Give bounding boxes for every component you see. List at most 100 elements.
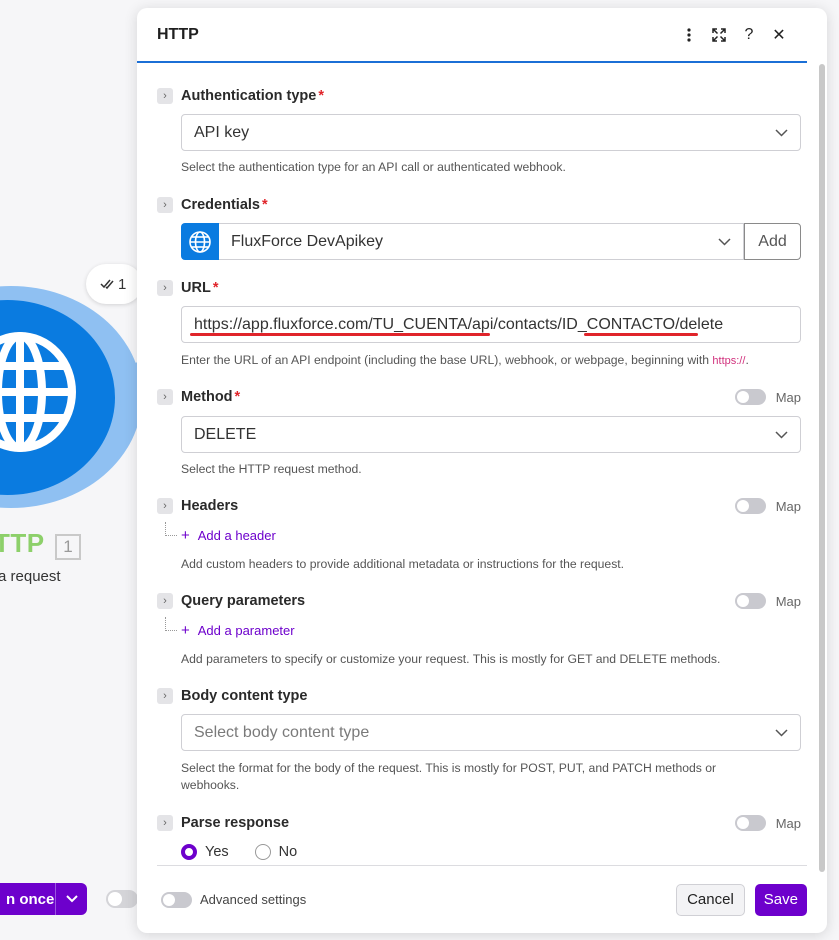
method-help: Select the HTTP request method. [181, 462, 362, 476]
add-credential-button[interactable]: Add [744, 223, 801, 260]
add-parameter-label: Add a parameter [197, 623, 295, 638]
add-header-button[interactable]: + Add a header [181, 527, 276, 544]
method-map-toggle[interactable]: Map [734, 389, 801, 405]
body-type-help: Select the format for the body of the re… [181, 761, 717, 792]
globe-icon [181, 223, 219, 260]
map-label: Map [775, 593, 801, 609]
credentials-label: Credentials [181, 197, 260, 213]
parse-response-label: Parse response [181, 815, 290, 831]
required-mark: * [318, 88, 324, 104]
globe-icon [0, 332, 76, 452]
advanced-settings-toggle[interactable]: Advanced settings [161, 891, 676, 908]
field-query-params: › Query parameters Map [157, 591, 801, 611]
parse-map-toggle[interactable]: Map [734, 815, 801, 831]
run-once-dropdown[interactable] [55, 883, 87, 915]
chevron-right-icon[interactable]: › [157, 88, 173, 104]
required-mark: * [212, 280, 219, 296]
tree-connector [165, 617, 177, 631]
chevron-right-icon[interactable]: › [157, 389, 173, 405]
url-help-suffix: . [745, 353, 749, 367]
query-params-label: Query parameters [181, 593, 306, 609]
more-vertical-icon[interactable] [681, 26, 697, 44]
method-value: DELETE [194, 425, 257, 443]
chevron-right-icon[interactable]: › [157, 498, 173, 514]
map-toggle[interactable] [734, 815, 766, 831]
map-toggle[interactable] [734, 389, 766, 405]
method-select[interactable]: DELETE [181, 416, 801, 453]
credentials-select[interactable]: FluxForce DevApikey [219, 223, 744, 260]
radio-selected[interactable] [181, 844, 197, 860]
radio-unselected[interactable] [254, 844, 271, 860]
add-parameter-button[interactable]: + Add a parameter [181, 622, 295, 639]
url-help-link: https:// [712, 355, 746, 367]
url-help-text: Enter the URL of an API endpoint (includ… [181, 353, 713, 367]
map-toggle[interactable] [734, 593, 766, 609]
scheduling-toggle[interactable] [106, 890, 138, 908]
query-map-toggle[interactable]: Map [734, 593, 801, 609]
module-subtitle: a request [0, 568, 61, 585]
parse-no-label: No [278, 844, 298, 860]
chevron-down-icon [65, 895, 78, 903]
auth-type-value: API key [194, 123, 250, 141]
module-number: 1 [55, 534, 81, 560]
cancel-button[interactable]: Cancel [676, 883, 745, 916]
plus-icon: + [181, 527, 190, 544]
plus-icon: + [181, 622, 190, 639]
annotation-underline [190, 333, 490, 336]
check-double-icon [100, 279, 114, 290]
panel-title: HTTP [157, 25, 199, 43]
field-credentials: › Credentials * [157, 195, 801, 215]
auth-type-help: Select the authentication type for an AP… [181, 160, 566, 174]
field-auth-type: › Authentication type * [157, 86, 801, 106]
url-help: Enter the URL of an API endpoint (includ… [181, 352, 801, 370]
chevron-down-icon [717, 237, 731, 246]
chevron-right-icon[interactable]: › [157, 688, 173, 704]
chevron-right-icon[interactable]: › [157, 815, 173, 831]
parse-response-radios: Yes No [181, 844, 297, 860]
module-title: TTP [0, 528, 45, 558]
chevron-down-icon [774, 728, 788, 737]
help-icon[interactable]: ? [741, 26, 757, 44]
credentials-row: FluxForce DevApikey Add [181, 223, 801, 260]
map-label: Map [775, 498, 801, 514]
save-button[interactable]: Save [754, 883, 807, 916]
headers-label: Headers [181, 498, 239, 514]
parse-yes-radio[interactable]: Yes [181, 844, 229, 860]
chevron-right-icon[interactable]: › [157, 197, 173, 213]
required-mark: * [234, 389, 241, 405]
url-part-account: https://app.fluxforce.com/TU_CUENTA [194, 315, 468, 333]
headers-help: Add custom headers to provide additional… [181, 557, 625, 571]
add-header-label: Add a header [197, 528, 276, 543]
annotation-underline [584, 333, 698, 336]
url-part-contact-id: ID_CONTACTO [561, 315, 676, 333]
expand-icon[interactable] [711, 26, 727, 44]
method-label: Method [181, 389, 233, 405]
body-type-label: Body content type [181, 688, 308, 704]
advanced-settings-label: Advanced settings [200, 892, 307, 907]
parse-no-radio[interactable]: No [254, 844, 298, 860]
headers-map-toggle[interactable]: Map [734, 498, 801, 514]
advanced-toggle[interactable] [161, 891, 192, 908]
run-once-button[interactable]: n once [0, 883, 87, 915]
panel-body: › Authentication type * API key Select th… [137, 66, 827, 865]
field-method: › Method * Map [157, 387, 801, 407]
parse-yes-label: Yes [205, 844, 229, 860]
body-type-select[interactable]: Select body content type [181, 714, 801, 751]
auth-type-select[interactable]: API key [181, 114, 801, 151]
map-label: Map [775, 389, 801, 405]
chevron-right-icon[interactable]: › [157, 280, 173, 296]
operations-count: 1 [118, 275, 127, 293]
field-parse-response: › Parse response Map [157, 813, 801, 833]
field-headers: › Headers Map [157, 496, 801, 516]
map-toggle[interactable] [734, 498, 766, 514]
chevron-right-icon[interactable]: › [157, 593, 173, 609]
required-mark: * [261, 197, 268, 213]
url-label: URL [181, 280, 211, 296]
run-once-label: n once [6, 890, 55, 908]
url-input[interactable]: https://app.fluxforce.com/TU_CUENTA/api/… [181, 306, 801, 343]
close-icon[interactable]: ✕ [771, 26, 787, 44]
field-url: › URL * [157, 278, 801, 298]
operations-badge[interactable]: 1 [86, 264, 142, 304]
credentials-value: FluxForce DevApikey [231, 232, 384, 250]
field-body-type: › Body content type [157, 686, 801, 706]
